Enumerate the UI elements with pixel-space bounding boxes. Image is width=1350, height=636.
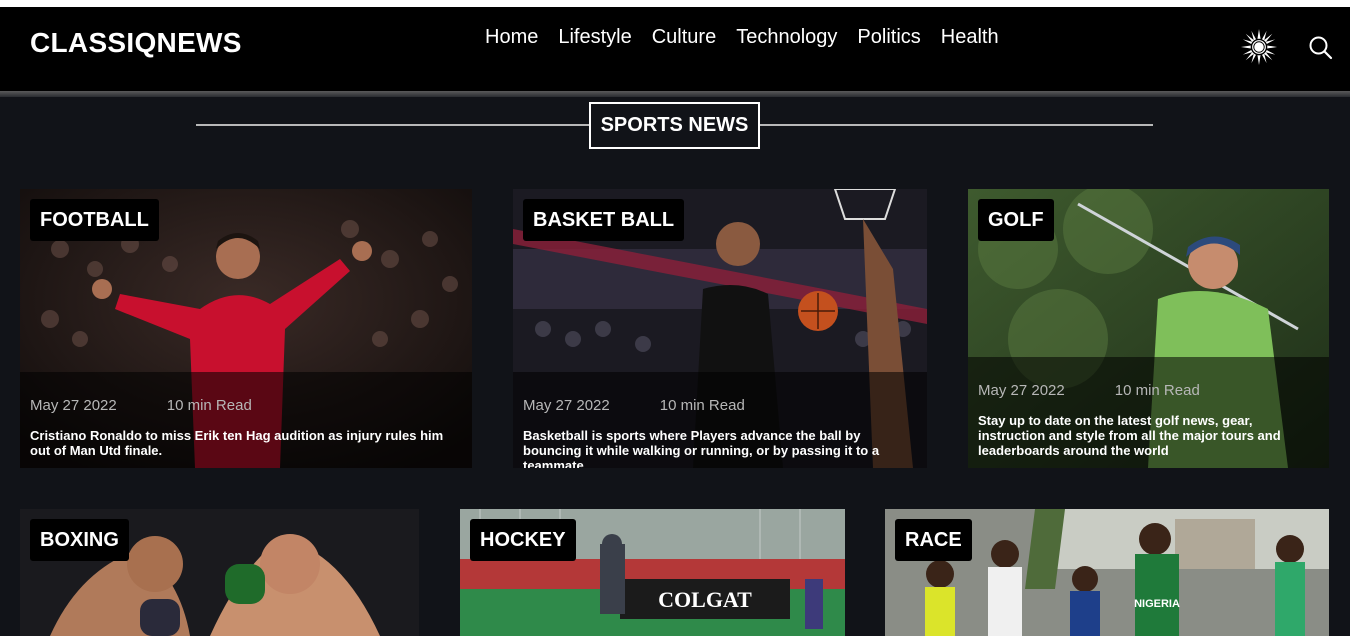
category-tag[interactable]: RACE — [895, 519, 972, 561]
card-date: May 27 2022 — [523, 397, 610, 414]
category-tag[interactable]: GOLF — [978, 199, 1054, 241]
card-read-time: 10 min Read — [1114, 382, 1200, 399]
category-tag[interactable]: FOOTBALL — [30, 199, 159, 241]
title-rule-left — [196, 124, 589, 126]
nav-lifestyle[interactable]: Lifestyle — [558, 26, 631, 49]
card-description[interactable]: Stay up to date on the latest golf news,… — [978, 413, 1319, 458]
card-info: May 27 2022 10 min Read Stay up to date … — [968, 357, 1329, 468]
title-rule-right — [760, 124, 1153, 126]
card-description[interactable]: Cristiano Ronaldo to miss Erik ten Hag a… — [30, 428, 462, 458]
news-card-hockey[interactable]: COLGAT HOCKEY — [460, 509, 845, 636]
nav-technology[interactable]: Technology — [736, 26, 837, 49]
section-title: SPORTS NEWS — [589, 102, 760, 149]
card-read-time: 10 min Read — [166, 397, 252, 414]
nav-home[interactable]: Home — [485, 26, 538, 49]
header-divider — [0, 91, 1350, 97]
news-card-basketball[interactable]: BASKET BALL May 27 2022 10 min Read Bask… — [513, 189, 927, 468]
site-logo[interactable]: CLASSIQNEWS — [30, 27, 242, 59]
category-tag[interactable]: HOCKEY — [470, 519, 576, 561]
site-header: CLASSIQNEWS Home Lifestyle Culture Techn… — [0, 7, 1350, 91]
card-meta: May 27 2022 10 min Read — [523, 397, 917, 414]
nav-culture[interactable]: Culture — [652, 26, 716, 49]
card-date: May 27 2022 — [978, 382, 1065, 399]
category-tag[interactable]: BOXING — [30, 519, 129, 561]
page: CLASSIQNEWS Home Lifestyle Culture Techn… — [0, 7, 1350, 636]
main-nav: Home Lifestyle Culture Technology Politi… — [485, 26, 999, 49]
news-card-football[interactable]: FOOTBALL May 27 2022 10 min Read Cristia… — [20, 189, 472, 468]
card-meta: May 27 2022 10 min Read — [978, 382, 1319, 399]
card-info: May 27 2022 10 min Read Basketball is sp… — [513, 372, 927, 468]
news-card-race[interactable]: NIGERIA RACE — [885, 509, 1329, 636]
sun-icon[interactable] — [1240, 28, 1278, 66]
card-info: May 27 2022 10 min Read Cristiano Ronald… — [20, 372, 472, 468]
card-meta: May 27 2022 10 min Read — [30, 397, 462, 414]
banner-text: COLGAT — [658, 587, 752, 612]
card-description[interactable]: Basketball is sports where Players advan… — [523, 428, 917, 468]
news-card-golf[interactable]: GOLF May 27 2022 10 min Read Stay up to … — [968, 189, 1329, 468]
card-date: May 27 2022 — [30, 397, 117, 414]
search-icon[interactable] — [1308, 35, 1333, 60]
news-card-boxing[interactable]: BOXING — [20, 509, 419, 636]
nav-politics[interactable]: Politics — [857, 26, 920, 49]
nav-health[interactable]: Health — [941, 26, 999, 49]
category-tag[interactable]: BASKET BALL — [523, 199, 685, 241]
card-read-time: 10 min Read — [659, 397, 745, 414]
bib-text: NIGERIA — [1134, 598, 1180, 610]
